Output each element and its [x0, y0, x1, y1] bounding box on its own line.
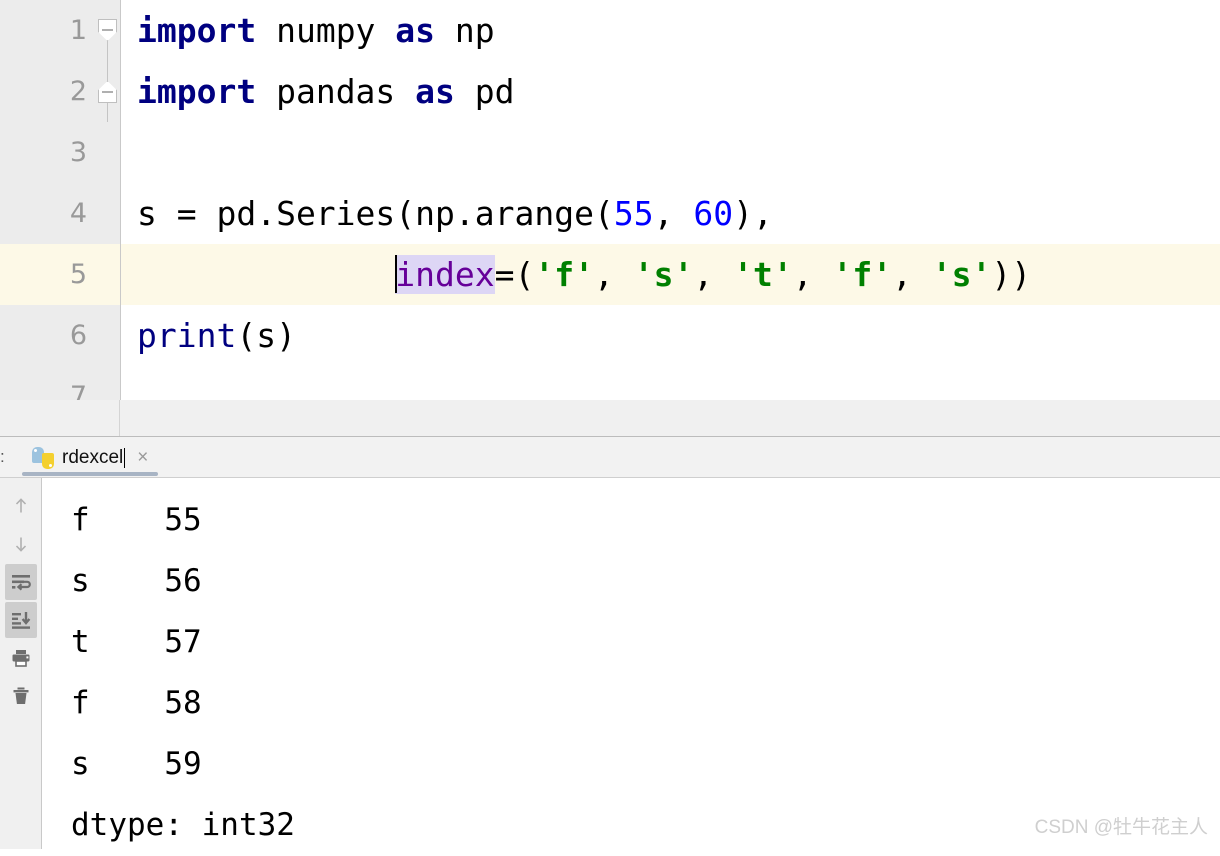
code-token: =( [494, 255, 535, 294]
code-token: 55 [613, 194, 654, 233]
fold-gutter[interactable] [95, 61, 121, 122]
code-token: 't' [733, 255, 793, 294]
arrow-up-icon [15, 498, 26, 513]
line-number-gutter[interactable]: 2 [0, 61, 95, 122]
console-pane: f 55 s 56 t 57 f 58 s 59 dtype: int32 CS… [0, 478, 1220, 849]
code-token: , [593, 255, 634, 294]
tab-text-caret [124, 447, 126, 468]
print-button[interactable] [5, 640, 37, 676]
code-token: pandas [256, 72, 416, 111]
code-line-2[interactable]: 2 import pandas as pd [0, 61, 1220, 122]
fold-region-line [107, 41, 108, 61]
soft-wrap-icon [11, 575, 31, 591]
fold-gutter[interactable] [95, 244, 121, 305]
code-line-3[interactable]: 3 [0, 122, 1220, 183]
code-line-6[interactable]: 6 print (s) [0, 305, 1220, 366]
close-icon[interactable]: × [137, 448, 148, 467]
line-number-gutter[interactable]: 4 [0, 183, 95, 244]
code-line-text[interactable]: index =('f', 's', 't', 'f', 's')) [121, 244, 1220, 305]
code-token: 's' [633, 255, 694, 294]
code-token: 'f' [534, 255, 594, 294]
scroll-down-button[interactable] [5, 526, 37, 562]
code-token: )) [991, 255, 1032, 294]
code-token: 's' [931, 255, 992, 294]
code-line-text[interactable] [121, 366, 1220, 400]
soft-wrap-button[interactable] [4, 564, 37, 600]
fold-gutter[interactable] [95, 122, 121, 183]
code-token: 'f' [832, 255, 893, 294]
trash-icon [13, 687, 28, 704]
code-token: numpy [256, 11, 396, 50]
code-line-5[interactable]: 5 index =('f', 's', 't', 'f', 's')) [0, 244, 1220, 305]
line-number: 4 [69, 198, 87, 229]
divider-left-notch [0, 400, 120, 436]
line-number: 5 [69, 259, 87, 290]
line-number: 7 [69, 381, 87, 400]
console-tab-label: rdexcel [62, 446, 124, 468]
code-token: , [653, 194, 694, 233]
code-token: import [137, 72, 257, 111]
fold-gutter[interactable] [95, 183, 121, 244]
python-file-icon [32, 446, 54, 469]
console-tab-bar[interactable]: : rdexcel × [0, 437, 1220, 478]
active-tab-underline [22, 472, 159, 476]
code-line-text[interactable]: print (s) [121, 305, 1220, 366]
code-line-7[interactable]: 7 [0, 366, 1220, 400]
code-line-4[interactable]: 4 s = pd.Series(np.arange(55, 60), [0, 183, 1220, 244]
tool-window-label: : [0, 447, 5, 466]
line-number-gutter[interactable]: 5 [0, 244, 95, 305]
fold-gutter[interactable] [95, 0, 121, 61]
code-editor-pane[interactable]: 1 import numpy as np 2 import pandas as pd 3… [0, 0, 1220, 400]
code-line-text[interactable]: import pandas as pd [121, 61, 1220, 122]
code-line-1[interactable]: 1 import numpy as np [0, 0, 1220, 61]
code-token: print [137, 316, 237, 355]
code-token: ), [733, 194, 773, 233]
line-number-gutter[interactable]: 1 [0, 0, 95, 61]
fold-collapse-icon[interactable] [98, 19, 117, 41]
code-token: pd [454, 72, 515, 111]
line-number-gutter[interactable]: 6 [0, 305, 95, 366]
code-token: (s) [236, 316, 296, 355]
editor-console-divider[interactable] [0, 400, 1220, 437]
code-lines-container[interactable]: 1 import numpy as np 2 import pandas as pd 3… [0, 0, 1220, 400]
line-number-gutter[interactable]: 3 [0, 122, 95, 183]
code-token: np [435, 11, 495, 50]
scroll-to-end-icon [11, 612, 30, 629]
clear-all-button[interactable] [5, 678, 37, 714]
code-token: , [792, 255, 833, 294]
fold-gutter[interactable] [95, 366, 121, 400]
code-token: s = pd.Series(np.arange( [137, 194, 614, 233]
line-number: 3 [69, 137, 87, 168]
arrow-down-icon [15, 537, 26, 552]
code-token: , [693, 255, 734, 294]
console-output-text[interactable]: f 55 s 56 t 57 f 58 s 59 dtype: int32 [43, 478, 1220, 849]
scroll-to-end-button[interactable] [4, 602, 37, 638]
printer-icon [12, 650, 29, 667]
console-toolbar[interactable] [0, 478, 42, 849]
scroll-up-button[interactable] [5, 488, 37, 524]
gutter-divider [120, 0, 121, 400]
code-line-text[interactable]: import numpy as np [121, 0, 1220, 61]
code-line-text[interactable]: s = pd.Series(np.arange(55, 60), [121, 183, 1220, 244]
fold-gutter[interactable] [95, 305, 121, 366]
line-number-gutter[interactable]: 7 [0, 366, 95, 400]
fold-collapse-icon[interactable] [98, 81, 117, 103]
code-line-text[interactable] [121, 122, 1220, 183]
csdn-watermark: CSDN @牡牛花主人 [1034, 817, 1208, 838]
code-token: import [137, 11, 257, 50]
line-number: 1 [69, 15, 87, 46]
line-number: 6 [69, 320, 87, 351]
code-token: , [892, 255, 932, 294]
text-caret [395, 254, 398, 293]
code-token: as [395, 11, 436, 50]
code-token: as [415, 72, 455, 111]
line-number: 2 [69, 76, 87, 107]
console-tab-rdexcel[interactable]: rdexcel × [22, 437, 159, 478]
code-token: 60 [693, 194, 734, 233]
code-token: index [395, 255, 495, 294]
